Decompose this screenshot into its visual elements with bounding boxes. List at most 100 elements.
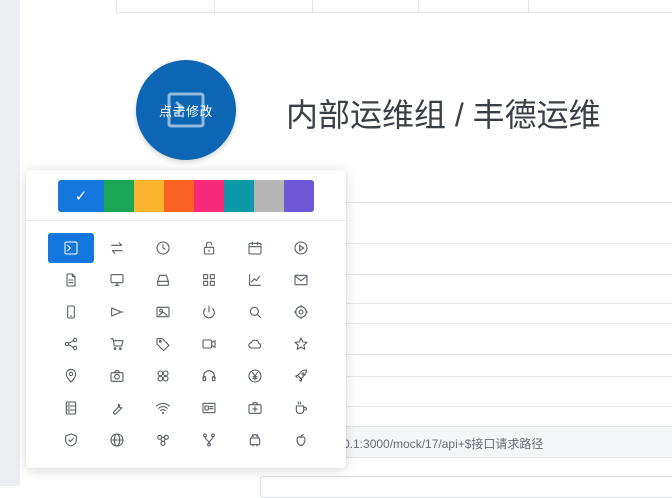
icon-option[interactable] [94, 265, 140, 295]
color-swatch[interactable] [284, 180, 314, 212]
icon-option[interactable] [278, 265, 324, 295]
icon-option[interactable] [186, 425, 232, 455]
icon-option[interactable] [48, 297, 94, 327]
color-swatch-row: ✓ [58, 180, 314, 212]
color-swatch[interactable] [254, 180, 284, 212]
apps-icon [203, 274, 215, 286]
color-swatch[interactable] [104, 180, 134, 212]
icon-option[interactable] [232, 393, 278, 423]
project-avatar-button[interactable]: 点击修改 [136, 60, 236, 160]
icon-option[interactable] [140, 361, 186, 391]
icon-picker-popover: ✓ [26, 170, 346, 468]
icon-option[interactable] [140, 297, 186, 327]
megaphone-icon [111, 307, 124, 317]
icon-option[interactable] [232, 265, 278, 295]
git-branch-icon [203, 433, 215, 447]
first-aid-icon [248, 402, 262, 414]
share-icon [64, 337, 78, 351]
form-field[interactable] [260, 476, 672, 498]
headset-icon [202, 370, 216, 382]
tag-icon [156, 338, 170, 352]
icon-option[interactable] [94, 393, 140, 423]
icon-option[interactable] [48, 425, 94, 455]
color-swatch[interactable] [164, 180, 194, 212]
icon-option[interactable] [278, 297, 324, 327]
icon-option[interactable] [140, 329, 186, 359]
icon-option[interactable] [48, 361, 94, 391]
id-card-icon [202, 402, 216, 414]
icon-option[interactable] [186, 393, 232, 423]
icon-option[interactable] [48, 233, 94, 263]
android-icon [249, 434, 261, 447]
icon-option[interactable] [278, 233, 324, 263]
star-icon [294, 337, 308, 350]
icon-option[interactable] [140, 425, 186, 455]
play-circle-icon [294, 241, 308, 255]
api-path-value: 0.1:3000/mock/17/api+$接口请求路径 [343, 437, 544, 451]
icon-option[interactable] [278, 425, 324, 455]
hard-drive-icon [157, 274, 169, 286]
icon-option[interactable] [48, 265, 94, 295]
icon-option[interactable] [140, 393, 186, 423]
icon-option[interactable] [232, 233, 278, 263]
icon-option[interactable] [232, 329, 278, 359]
icon-option[interactable] [186, 361, 232, 391]
camera-icon [110, 370, 124, 382]
cart-icon [110, 338, 124, 351]
line-chart-icon [249, 274, 261, 286]
video-icon [202, 339, 216, 349]
icon-option[interactable] [94, 233, 140, 263]
icon-option[interactable] [186, 329, 232, 359]
search-icon [249, 306, 261, 318]
icon-option[interactable] [278, 393, 324, 423]
yen-icon [248, 369, 262, 383]
icon-option[interactable] [186, 265, 232, 295]
popover-divider [26, 220, 346, 221]
icon-option[interactable] [94, 297, 140, 327]
check-icon: ✓ [74, 188, 88, 205]
terminal-icon [64, 241, 78, 255]
icon-option[interactable] [48, 329, 94, 359]
file-text-icon [66, 273, 76, 287]
page-title: 内部运维组 / 丰德运维 [286, 97, 601, 133]
color-swatch[interactable] [194, 180, 224, 212]
molecule-icon [157, 434, 169, 446]
flower-icon [157, 370, 169, 382]
icon-option[interactable] [140, 265, 186, 295]
swap-icon [111, 242, 123, 254]
unlock-icon [203, 241, 215, 255]
color-swatch[interactable]: ✓ [58, 180, 104, 212]
icon-option[interactable] [186, 297, 232, 327]
icon-option[interactable] [278, 329, 324, 359]
icon-option[interactable] [232, 361, 278, 391]
icon-option[interactable] [48, 393, 94, 423]
icon-option[interactable] [232, 297, 278, 327]
icon-option[interactable] [94, 329, 140, 359]
icon-option[interactable] [94, 361, 140, 391]
monitor-icon [110, 274, 124, 286]
wrench-icon [113, 403, 123, 415]
left-sidebar-rail [0, 0, 20, 486]
wifi-icon [156, 402, 170, 415]
server-icon [65, 401, 77, 415]
shield-check-icon [65, 433, 77, 447]
image-icon [156, 306, 170, 318]
globe-icon [110, 433, 124, 447]
header-cell [312, 0, 419, 12]
calendar-icon [248, 241, 262, 255]
header-cell [528, 0, 672, 12]
color-swatch[interactable] [224, 180, 254, 212]
color-swatch[interactable] [134, 180, 164, 212]
settings-icon [293, 304, 309, 320]
coffee-icon [295, 401, 307, 414]
icon-option[interactable] [94, 425, 140, 455]
icon-option[interactable] [186, 233, 232, 263]
icon-option[interactable] [232, 425, 278, 455]
location-icon [65, 368, 77, 383]
icon-option[interactable] [140, 233, 186, 263]
power-icon [203, 305, 215, 319]
header-cell [418, 0, 529, 12]
icon-option[interactable] [278, 361, 324, 391]
mobile-icon [67, 305, 75, 319]
apple-icon [296, 434, 306, 446]
